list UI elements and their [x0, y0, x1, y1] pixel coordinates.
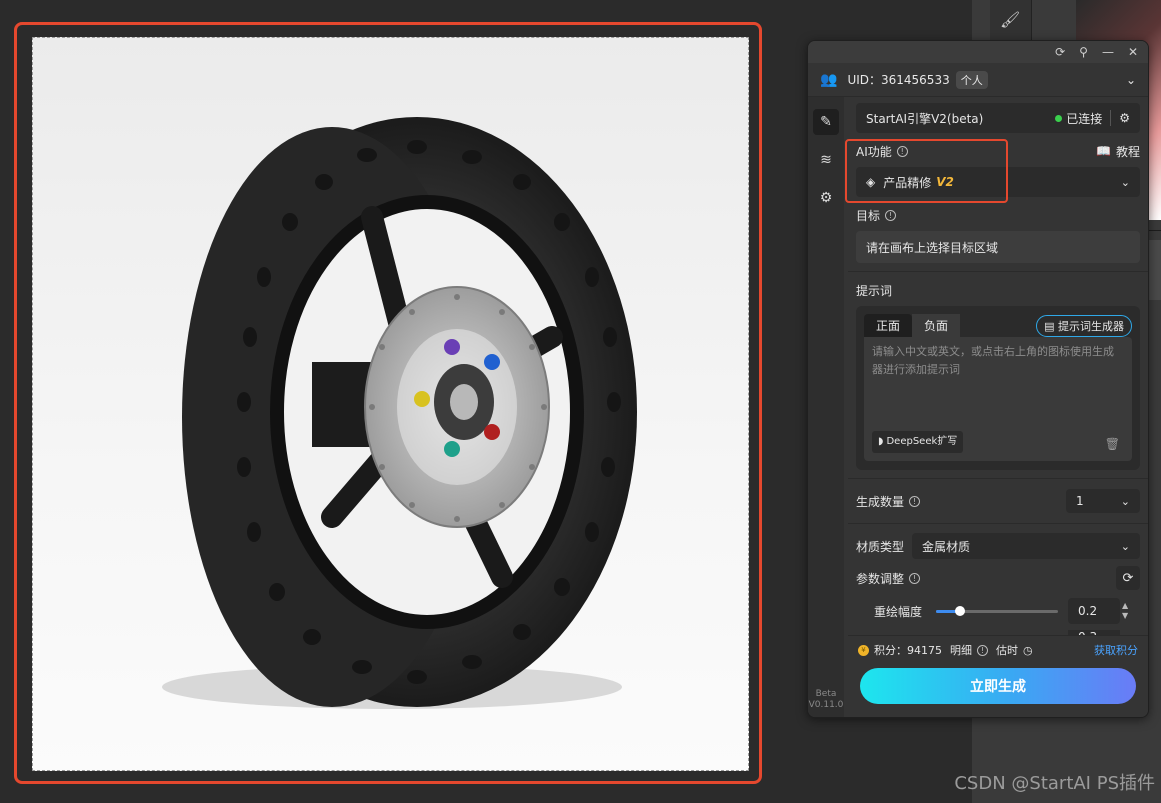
redraw-slider[interactable]: [936, 605, 1059, 616]
edit-icon[interactable]: ✎: [813, 109, 839, 135]
account-bar[interactable]: 👥 UID：361456533 个人 ⌄: [808, 63, 1148, 97]
chevron-down-icon[interactable]: ⌄: [1126, 73, 1136, 87]
book-icon: 📖: [1096, 144, 1111, 158]
prompt-label: 提示词: [856, 283, 893, 298]
engine-selector[interactable]: StartAI引擎V2(beta) 已连接 ⚙: [856, 103, 1140, 133]
ai-function-highlight-box: [845, 139, 1008, 203]
material-label: 材质类型: [856, 539, 905, 554]
count-select[interactable]: 1 ⌄: [1066, 489, 1140, 513]
document-canvas[interactable]: [32, 37, 749, 771]
uid-label: UID：361456533: [847, 73, 950, 87]
deepseek-expand-button[interactable]: ◗ DeepSeek扩写: [872, 431, 964, 453]
tab-positive[interactable]: 正面: [864, 314, 913, 337]
target-section: 目标 ! 请在画布上选择目标区域: [856, 205, 1140, 263]
divider: [1110, 110, 1112, 126]
param-label: 参数调整: [856, 571, 905, 586]
divider: [848, 271, 1148, 272]
prompt-section: 提示词 正面 负面 ▤ 提示词生成器 请输入中文或英文，或点击右上角的图标使用生…: [856, 280, 1140, 470]
refresh-icon[interactable]: ⟳: [1055, 45, 1065, 59]
book-icon: ▤: [1044, 319, 1055, 333]
material-section: 材质类型 金属材质 ⌄ 参数调整 ! ⟳ 重绘幅度 0.2 ▲ ▼: [856, 532, 1140, 644]
detail-link[interactable]: 明细: [950, 642, 972, 658]
tab-negative[interactable]: 负面: [912, 314, 961, 337]
minimize-icon[interactable]: —: [1102, 45, 1114, 59]
count-label: 生成数量: [856, 494, 905, 509]
estimate-link[interactable]: 估时: [996, 642, 1018, 658]
get-credits-link[interactable]: 获取积分: [1094, 642, 1138, 658]
reset-icon[interactable]: ⟳: [1116, 566, 1140, 590]
prompt-container: 正面 负面 ▤ 提示词生成器 请输入中文或英文，或点击右上角的图标使用生成器进行…: [856, 306, 1140, 470]
plugin-sidebar: ✎ ≋ ⚙ Beta V0.11.0: [808, 97, 844, 717]
tutorial-link[interactable]: 📖 教程: [1096, 143, 1140, 160]
account-type-badge: 个人: [955, 70, 988, 89]
info-icon[interactable]: !: [885, 209, 897, 221]
engine-name: StartAI引擎V2(beta): [866, 111, 984, 126]
divider: [848, 478, 1148, 479]
layers-icon[interactable]: ≋: [813, 147, 839, 173]
slider-knob[interactable]: [955, 605, 966, 616]
info-icon[interactable]: !: [909, 572, 921, 584]
credits-label: 积分：94175: [874, 644, 942, 657]
redraw-label: 重绘幅度: [874, 604, 923, 619]
version-label: Beta V0.11.0: [808, 689, 844, 710]
pin-icon[interactable]: ⚲: [1079, 45, 1088, 59]
close-icon[interactable]: ✕: [1128, 45, 1138, 59]
brush-icon[interactable]: 🖌: [1000, 10, 1020, 29]
target-area-field[interactable]: 请在画布上选择目标区域: [856, 231, 1140, 263]
material-select[interactable]: 金属材质 ⌄: [912, 533, 1140, 559]
redraw-slider-row: 重绘幅度 0.2 ▲ ▼: [856, 598, 1140, 624]
coin-icon: ¥: [858, 644, 869, 656]
info-icon[interactable]: !: [909, 495, 921, 507]
redraw-value-input[interactable]: 0.2: [1068, 598, 1121, 624]
stepper-icon[interactable]: ▲ ▼: [1122, 598, 1136, 624]
prompt-placeholder: 请输入中文或英文，或点击右上角的图标使用生成器进行添加提示词: [872, 345, 1114, 376]
watermark: CSDN @StartAI PS插件: [954, 773, 1155, 794]
users-icon: 👥: [820, 71, 838, 88]
engine-status: 已连接: [1066, 111, 1103, 126]
status-dot: [1055, 114, 1063, 122]
chevron-down-icon: ⌄: [1120, 494, 1130, 508]
ps-panel-tab[interactable]: [1148, 240, 1161, 300]
engine-settings-icon[interactable]: ⚙: [1119, 111, 1130, 125]
trash-icon[interactable]: 🗑: [1105, 435, 1120, 453]
prompt-generator-button[interactable]: ▤ 提示词生成器: [1036, 314, 1132, 337]
chevron-down-icon: ⌄: [1120, 175, 1130, 189]
info-icon[interactable]: !: [977, 644, 988, 656]
wheel-product-image: [162, 117, 637, 709]
divider: [848, 523, 1148, 524]
plugin-titlebar: ⟳ ⚲ — ✕: [808, 41, 1148, 63]
target-label: 目标: [856, 208, 881, 223]
count-section: 生成数量 ! 1 ⌄: [856, 487, 1140, 515]
prompt-textarea[interactable]: 请输入中文或英文，或点击右上角的图标使用生成器进行添加提示词 ◗ DeepSee…: [864, 337, 1132, 461]
chevron-down-icon: ⌄: [1120, 539, 1130, 553]
plugin-footer: ¥ 积分：94175 明细 ! 估时 ◷ 获取积分 立即生成: [848, 635, 1148, 717]
whale-icon: ◗: [878, 436, 884, 447]
generate-button[interactable]: 立即生成: [860, 668, 1136, 704]
clock-icon: ◷: [1023, 643, 1033, 657]
gear-icon[interactable]: ⚙: [813, 185, 839, 211]
